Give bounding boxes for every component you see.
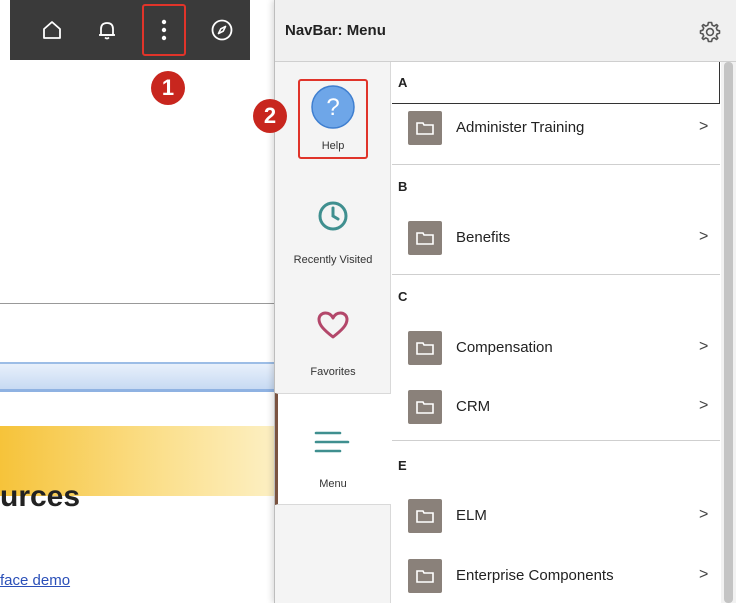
highlight-box-more	[142, 4, 186, 56]
menu-item-benefits[interactable]: Benefits >	[392, 210, 720, 262]
favorites-tab[interactable]: Favorites	[275, 310, 391, 382]
gear-icon[interactable]	[697, 19, 723, 45]
folder-icon	[408, 559, 442, 593]
menu-item-label: Benefits	[456, 229, 511, 246]
callout-badge-1: 1	[151, 71, 185, 105]
top-toolbar	[10, 0, 250, 60]
chevron-right-icon: >	[699, 566, 709, 583]
navbar-panel: NavBar: Menu ? Help Recently Visited Fav…	[274, 0, 736, 603]
menu-icon	[314, 431, 350, 453]
folder-icon	[408, 390, 442, 424]
more-options-button[interactable]	[142, 0, 186, 60]
folder-icon	[408, 111, 442, 145]
group-separator	[392, 164, 720, 165]
menu-tab-label: Menu	[319, 478, 347, 490]
menu-item-crm[interactable]: CRM >	[392, 379, 720, 431]
menu-item-administer-training[interactable]: Administer Training >	[392, 100, 720, 152]
menu-list: A Administer Training > B Benefits > C C…	[392, 62, 720, 603]
clock-icon	[318, 201, 348, 231]
svg-text:?: ?	[326, 94, 339, 121]
home-icon	[43, 21, 61, 39]
menu-item-label: Administer Training	[456, 119, 585, 136]
menu-item-label: Enterprise Components	[456, 567, 614, 584]
more-vertical-icon	[161, 19, 167, 41]
help-icon: ?	[311, 85, 355, 129]
navbar-side-tabs: ? Help Recently Visited Favorites Menu	[275, 62, 391, 603]
notifications-button[interactable]	[85, 0, 129, 60]
group-letter: B	[398, 179, 408, 194]
chevron-right-icon: >	[699, 338, 709, 355]
scrollbar-thumb[interactable]	[724, 62, 733, 603]
menu-item-label: CRM	[456, 398, 491, 415]
recently-visited-label: Recently Visited	[293, 254, 373, 266]
compass-icon	[211, 19, 233, 41]
home-button[interactable]	[30, 0, 74, 60]
chevron-right-icon: >	[699, 228, 709, 245]
group-letter: E	[398, 458, 407, 473]
navbar-button[interactable]	[200, 0, 244, 60]
menu-item-label: Compensation	[456, 339, 553, 356]
navbar-title: NavBar: Menu	[285, 22, 386, 39]
page-heading: urces	[0, 480, 81, 513]
heart-icon	[317, 311, 349, 339]
demo-link[interactable]: face demo	[0, 572, 70, 589]
bell-icon	[99, 22, 115, 40]
group-separator	[392, 274, 720, 275]
menu-item-elm[interactable]: ELM >	[392, 488, 720, 540]
group-header-frame	[392, 62, 720, 104]
navbar-header: NavBar: Menu	[275, 0, 736, 62]
callout-badge-2: 2	[253, 99, 287, 133]
menu-item-label: ELM	[456, 507, 487, 524]
help-tab[interactable]: ? Help	[275, 84, 391, 160]
menu-tab[interactable]: Menu	[275, 393, 391, 505]
recently-visited-tab[interactable]: Recently Visited	[275, 200, 391, 270]
menu-item-compensation[interactable]: Compensation >	[392, 320, 720, 372]
folder-icon	[408, 221, 442, 255]
menu-item-enterprise-components[interactable]: Enterprise Components >	[392, 548, 720, 600]
chevron-right-icon: >	[699, 397, 709, 414]
chevron-right-icon: >	[699, 118, 709, 135]
group-letter: C	[398, 289, 408, 304]
group-letter: A	[398, 75, 408, 90]
folder-icon	[408, 499, 442, 533]
group-separator	[392, 440, 720, 441]
divider-line	[0, 303, 290, 304]
favorites-label: Favorites	[310, 366, 356, 378]
help-tab-label: Help	[321, 140, 345, 152]
chevron-right-icon: >	[699, 506, 709, 523]
folder-icon	[408, 331, 442, 365]
